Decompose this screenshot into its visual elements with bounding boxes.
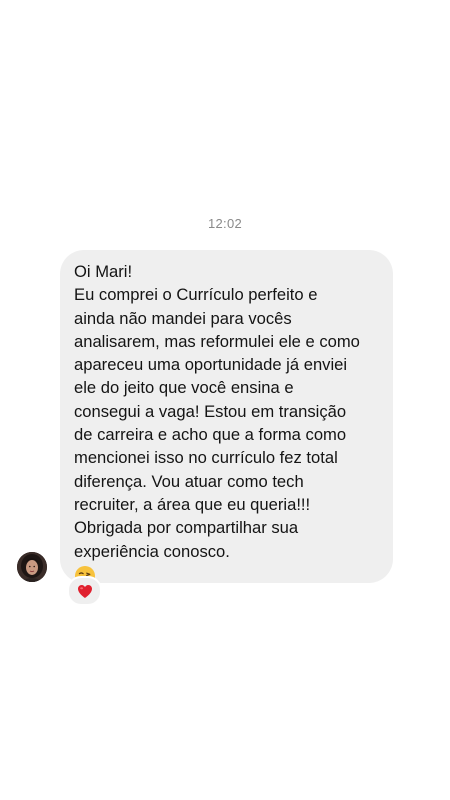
- message-line: mencionei isso no currículo fez total: [74, 448, 338, 468]
- message-line: recruiter, a área que eu queria!!!: [74, 494, 311, 514]
- message-line: experiência conosco.: [74, 541, 230, 561]
- message-line: ele do jeito que você ensina e: [74, 378, 294, 398]
- message-line: de carreira e acho que a forma como: [74, 425, 347, 445]
- message-line: apareceu uma oportunidade já enviei: [74, 355, 348, 375]
- message-timestamp: 12:02: [207, 216, 243, 231]
- message-line: consegui a vaga! Estou em transição: [74, 401, 347, 421]
- message-line: diferença. Vou atuar como tech: [74, 471, 304, 491]
- message-line: Obrigada por compartilhar sua: [74, 518, 299, 538]
- avatar-photo: [17, 552, 47, 582]
- message-line: Oi Mari!: [74, 262, 133, 281]
- message-line: ainda não mandei para vocês: [74, 308, 292, 328]
- message-line: analisarem, mas reformulei ele e como: [74, 331, 360, 351]
- message-row: Oi Mari! Eu comprei o Currículo perfeito…: [0, 250, 450, 610]
- message-line: Eu comprei o Currículo perfeito e: [74, 285, 318, 305]
- reaction-badge[interactable]: [67, 576, 102, 606]
- sender-avatar[interactable]: [17, 552, 47, 582]
- red-heart-emoji: [77, 584, 92, 598]
- message-bubble[interactable]: Oi Mari! Eu comprei o Currículo perfeito…: [60, 250, 393, 586]
